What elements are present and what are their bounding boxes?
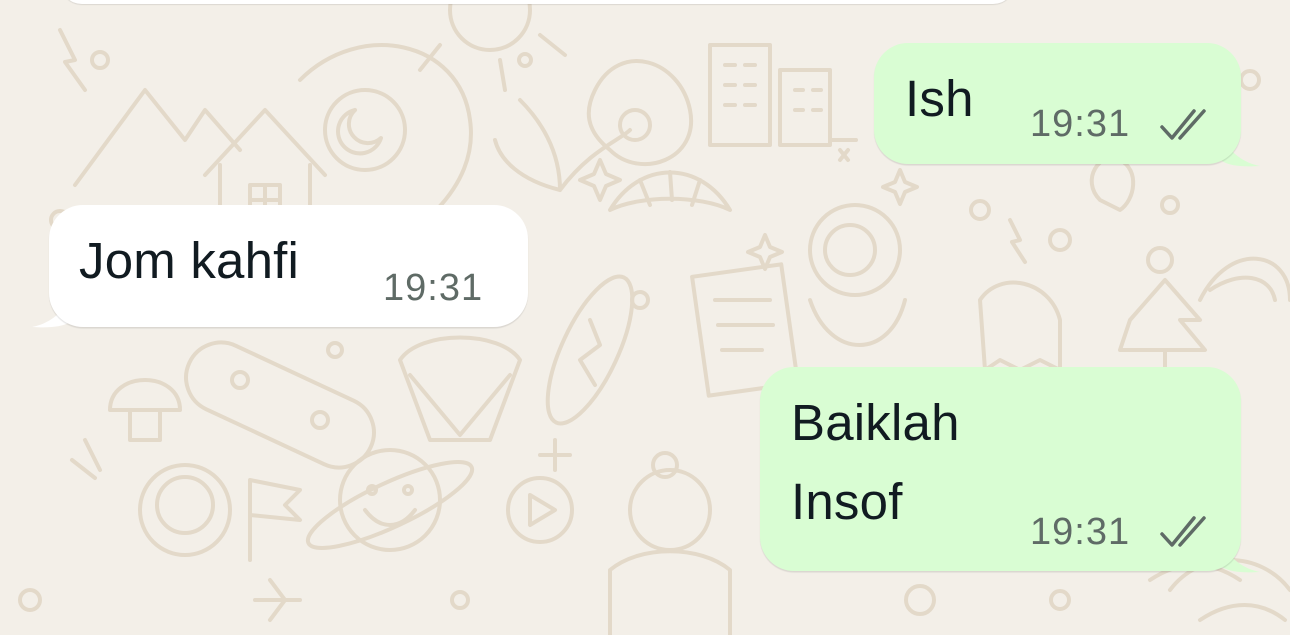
girl-doodle [628, 468, 712, 552]
previous-message-bubble[interactable] [60, 0, 1015, 4]
drum-doodle [398, 335, 522, 442]
mushroom-doodle [108, 378, 182, 442]
double-check-icon [1160, 516, 1206, 547]
flag-doodle [248, 478, 302, 562]
building-doodle [708, 43, 772, 147]
tree-doodle [1118, 278, 1207, 382]
message-bubble-outgoing[interactable]: Ish 19:31 [874, 43, 1241, 164]
message-time: 19:31 [1030, 103, 1131, 145]
message-bubble-outgoing[interactable]: Baiklah Insof 19:31 [760, 367, 1241, 571]
shrimp-doodle [1198, 256, 1290, 302]
double-check-icon [1160, 109, 1206, 140]
message-time: 19:31 [1030, 511, 1131, 553]
message-bubble-incoming[interactable]: Jom kahfi 19:31 [49, 205, 528, 327]
message-text-line-1: Baiklah [791, 394, 960, 451]
message-text-line-2: Insof [791, 473, 903, 530]
star-doodle [578, 158, 622, 202]
message-time: 19:31 [383, 267, 484, 309]
play-doodle [506, 476, 574, 544]
skateboard-doodle [184, 340, 376, 470]
message-text: Ish [905, 70, 974, 127]
message-text: Jom kahfi [79, 232, 300, 289]
sun-doodle [448, 0, 532, 52]
mountain-doodle [73, 88, 242, 187]
